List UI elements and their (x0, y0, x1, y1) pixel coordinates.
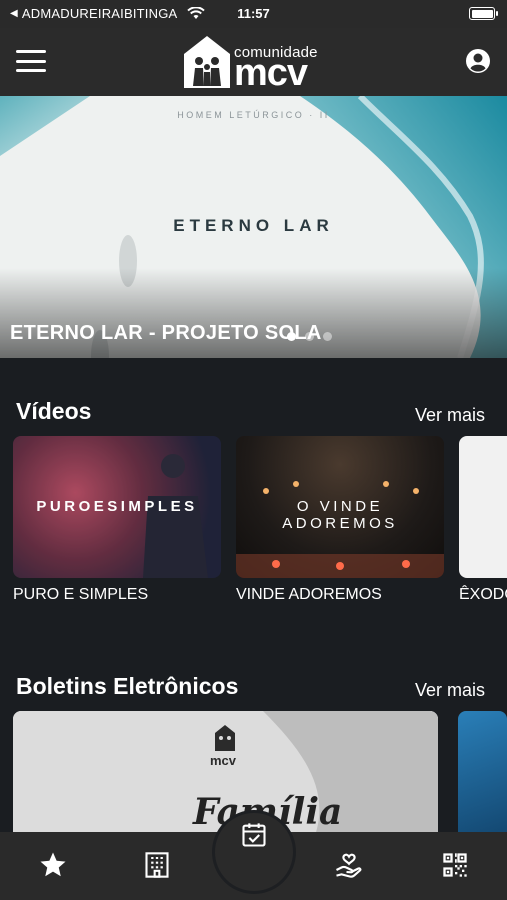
video-card[interactable]: O VINDE ADOREMOS VINDE ADOREMOS (236, 436, 444, 604)
house-family-logo-icon (184, 36, 230, 88)
star-icon[interactable] (36, 848, 70, 882)
battery-icon (469, 7, 498, 20)
hero-small-caption: HOMEM LETÚRGICO · II (177, 110, 330, 120)
video-card[interactable]: ÊXODO (459, 436, 507, 604)
logo-text-big: mcv (234, 52, 308, 94)
video-thumbnail: PUROESIMPLES (13, 436, 221, 578)
videos-section-title: Vídeos (16, 398, 92, 424)
bulletins-section-title: Boletins Eletrônicos (16, 673, 239, 699)
video-thumbnail: O VINDE ADOREMOS (236, 436, 444, 578)
status-time: 11:57 (237, 6, 270, 21)
heart-hand-icon[interactable] (332, 848, 366, 882)
video-caption: VINDE ADOREMOS (236, 586, 382, 603)
hero-image-title: ETERNO LAR (173, 216, 334, 235)
video-caption: ÊXODO (459, 586, 507, 603)
user-circle-icon[interactable] (465, 48, 491, 74)
calendar-check-icon[interactable] (212, 810, 296, 894)
video-caption: PURO E SIMPLES (13, 586, 149, 603)
status-bar: ◀ ADMADUREIRAIBITINGA 11:57 (0, 0, 507, 28)
app-logo: comunidade mcv (182, 32, 332, 92)
bulletins-see-more-link[interactable]: Ver mais (415, 680, 485, 701)
videos-see-more-link[interactable]: Ver mais (415, 405, 485, 426)
video-thumb-text: O VINDE ADOREMOS (282, 498, 398, 532)
carousel-dot[interactable] (323, 332, 332, 341)
hero-banner-title: ETERNO LAR - PROJETO SOLA (10, 322, 322, 344)
bulletin-card[interactable] (458, 711, 507, 841)
video-thumb-text: PUROESIMPLES (36, 498, 198, 515)
app-header: comunidade mcv (0, 28, 507, 96)
video-thumbnail (459, 436, 507, 578)
carousel-dot[interactable] (287, 332, 296, 341)
carousel-dots (287, 332, 332, 341)
qr-code-icon[interactable] (438, 848, 472, 882)
bottom-navigation (0, 810, 507, 900)
building-icon[interactable] (140, 848, 174, 882)
bulletin-logo-text: mcv (210, 753, 237, 768)
carousel-dot[interactable] (305, 332, 314, 341)
hero-carousel[interactable]: HOMEM LETÚRGICO · II ETERNO LAR ETERNO L… (0, 96, 507, 358)
hamburger-menu-icon[interactable] (16, 50, 46, 72)
video-card[interactable]: PUROESIMPLES PURO E SIMPLES (13, 436, 221, 604)
